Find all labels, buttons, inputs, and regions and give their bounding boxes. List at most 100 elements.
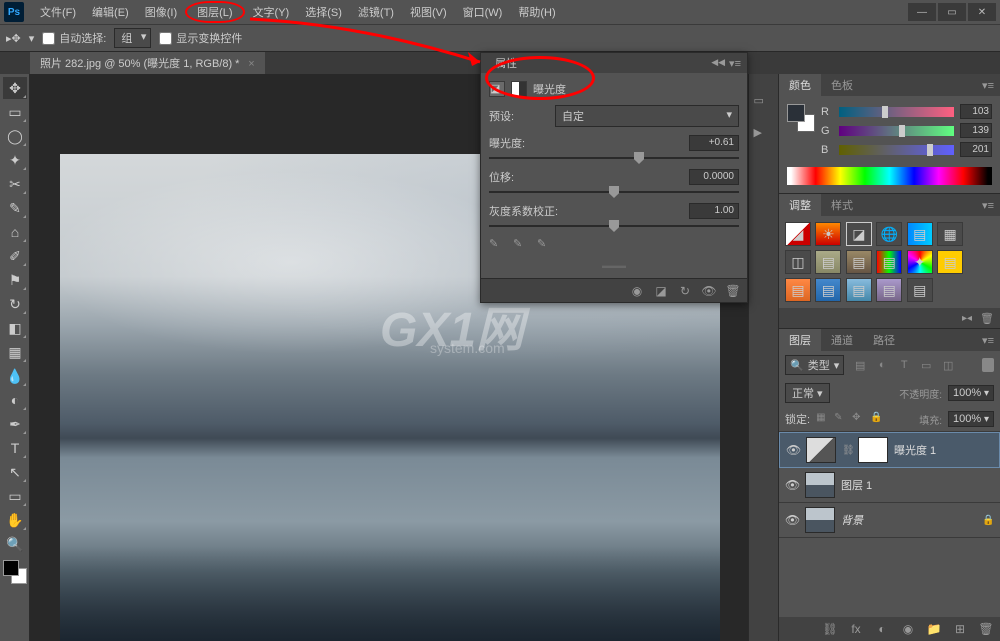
b-value[interactable]: 201 <box>960 142 992 157</box>
bw-adjustment[interactable]: ▤ <box>815 250 841 274</box>
layer-thumbnail[interactable] <box>806 437 836 463</box>
auto-select-checkbox[interactable]: 自动选择: <box>42 30 106 46</box>
eyedropper-tool[interactable]: ✎ <box>3 197 27 219</box>
adjustments-tab[interactable]: 调整 <box>779 194 821 216</box>
filter-adjustment-icon[interactable]: ◐ <box>874 357 890 373</box>
dropdown-arrow-icon[interactable]: ▾ <box>29 32 35 45</box>
reset-icon[interactable]: ↻ <box>677 283 693 299</box>
delete-layer-icon[interactable]: 🗑 <box>978 621 994 637</box>
swatches-tab[interactable]: 色板 <box>821 74 863 96</box>
visibility-icon[interactable]: 👁 <box>701 283 717 299</box>
curves-adjustment[interactable]: ◪ <box>846 222 872 246</box>
link-layers-icon[interactable]: ⛓ <box>822 621 838 637</box>
actions-panel-icon[interactable]: ▶ <box>754 126 774 146</box>
layer-row[interactable]: 👁 图层 1 <box>779 468 1000 503</box>
b-slider[interactable] <box>839 145 954 155</box>
menu-file[interactable]: 文件(F) <box>32 1 84 23</box>
filter-smart-icon[interactable]: ◫ <box>940 357 956 373</box>
visibility-toggle-icon[interactable]: 👁 <box>785 513 799 527</box>
r-slider[interactable] <box>839 107 954 117</box>
blur-tool[interactable]: 💧 <box>3 365 27 387</box>
delete-icon[interactable]: 🗑 <box>725 283 741 299</box>
lasso-tool[interactable]: ◯ <box>3 125 27 147</box>
filter-toggle[interactable] <box>982 358 994 372</box>
close-tab-icon[interactable]: × <box>248 58 254 70</box>
new-adjustment-icon[interactable]: ◉ <box>900 621 916 637</box>
mask-thumbnail[interactable] <box>858 437 888 463</box>
panel-menu-icon[interactable]: ▾≡ <box>976 79 1000 92</box>
new-group-icon[interactable]: 📁 <box>926 621 942 637</box>
trash-icon[interactable]: 🗑 <box>980 312 994 325</box>
levels-adjustment[interactable]: ☀ <box>815 222 841 246</box>
new-layer-icon[interactable]: ⊞ <box>952 621 968 637</box>
filter-type-icon[interactable]: T <box>896 357 912 373</box>
layer-row[interactable]: 👁 背景 🔒 <box>779 503 1000 538</box>
color-tab[interactable]: 颜色 <box>779 74 821 96</box>
menu-select[interactable]: 选择(S) <box>297 1 350 23</box>
spectrum-picker[interactable] <box>787 167 992 185</box>
layer-mask-icon[interactable]: ◐ <box>874 621 890 637</box>
gamma-slider[interactable] <box>489 225 739 227</box>
document-tab[interactable]: 照片 282.jpg @ 50% (曝光度 1, RGB/8) * × <box>30 52 265 74</box>
path-selection-tool[interactable]: ↖ <box>3 461 27 483</box>
panel-menu-icon[interactable]: ▾≡ <box>729 57 741 70</box>
channel-mixer-adjustment[interactable]: ▤ <box>876 250 902 274</box>
eraser-tool[interactable]: ◧ <box>3 317 27 339</box>
gradient-tool[interactable]: ▦ <box>3 341 27 363</box>
styles-tab[interactable]: 样式 <box>821 194 863 216</box>
clone-stamp-tool[interactable]: ⚑ <box>3 269 27 291</box>
vibrance-adjustment[interactable]: ▤ <box>907 222 933 246</box>
move-tool[interactable]: ✥ <box>3 77 27 99</box>
eyedropper-gray-icon[interactable]: ✎ <box>513 237 529 253</box>
marquee-tool[interactable]: ▭ <box>3 101 27 123</box>
g-slider[interactable] <box>839 126 954 136</box>
threshold-adjustment[interactable]: ▤ <box>815 278 841 302</box>
brush-tool[interactable]: ✐ <box>3 245 27 267</box>
exposure-value[interactable]: +0.61 <box>689 135 739 151</box>
history-brush-tool[interactable]: ↻ <box>3 293 27 315</box>
hue-adjustment[interactable]: ▦ <box>937 222 963 246</box>
clip-to-layer-icon[interactable]: ◉ <box>629 283 645 299</box>
color-lookup-adjustment[interactable]: ✦ <box>907 250 933 274</box>
shape-tool[interactable]: ▭ <box>3 485 27 507</box>
menu-type[interactable]: 文字(Y) <box>245 1 298 23</box>
layer-name[interactable]: 曝光度 1 <box>894 442 993 458</box>
eyedropper-black-icon[interactable]: ✎ <box>489 237 505 253</box>
dodge-tool[interactable]: ◐ <box>3 389 27 411</box>
channels-tab[interactable]: 通道 <box>821 329 863 351</box>
lock-transparent-icon[interactable]: ▦ <box>816 412 830 426</box>
opacity-value[interactable]: 100% ▾ <box>948 385 994 401</box>
healing-brush-tool[interactable]: ⌂ <box>3 221 27 243</box>
offset-slider[interactable] <box>489 191 739 193</box>
fg-color-swatch[interactable] <box>787 104 805 122</box>
zoom-tool[interactable]: 🔍 <box>3 533 27 555</box>
lock-all-icon[interactable]: 🔒 <box>870 412 884 426</box>
type-tool[interactable]: T <box>3 437 27 459</box>
preset-dropdown[interactable]: 自定▾ <box>555 105 739 127</box>
panel-menu-icon[interactable]: ▾≡ <box>976 199 1000 212</box>
menu-edit[interactable]: 编辑(E) <box>84 1 137 23</box>
menu-layer[interactable]: 图层(L) <box>185 1 244 23</box>
menu-view[interactable]: 视图(V) <box>402 1 455 23</box>
posterize-adjustment[interactable]: ▤ <box>785 278 811 302</box>
mask-link-icon[interactable]: ⛓ <box>842 445 852 456</box>
layer-row[interactable]: 👁 ⛓ 曝光度 1 <box>779 432 1000 468</box>
g-value[interactable]: 139 <box>960 123 992 138</box>
subwindow-close-button[interactable]: ✕ <box>968 3 996 21</box>
filter-pixel-icon[interactable]: ▤ <box>852 357 868 373</box>
paths-tab[interactable]: 路径 <box>863 329 905 351</box>
color-swatches[interactable] <box>3 560 27 584</box>
layer-name[interactable]: 背景 <box>841 512 976 528</box>
color-panel-swatches[interactable] <box>787 104 815 132</box>
brightness-adjustment[interactable]: ◢ <box>785 222 811 246</box>
gamma-value[interactable]: 1.00 <box>689 203 739 219</box>
subwindow-minimize-button[interactable]: — <box>908 3 936 21</box>
lock-position-icon[interactable]: ✥ <box>852 412 866 426</box>
offset-value[interactable]: 0.0000 <box>689 169 739 185</box>
layer-filter-dropdown[interactable]: 🔍 类型 ▾ <box>785 355 844 375</box>
menu-image[interactable]: 图像(I) <box>137 1 185 23</box>
menu-help[interactable]: 帮助(H) <box>510 1 563 23</box>
expand-icon[interactable]: ▸◂ <box>962 313 972 324</box>
layer-name[interactable]: 图层 1 <box>841 477 994 493</box>
r-value[interactable]: 103 <box>960 104 992 119</box>
